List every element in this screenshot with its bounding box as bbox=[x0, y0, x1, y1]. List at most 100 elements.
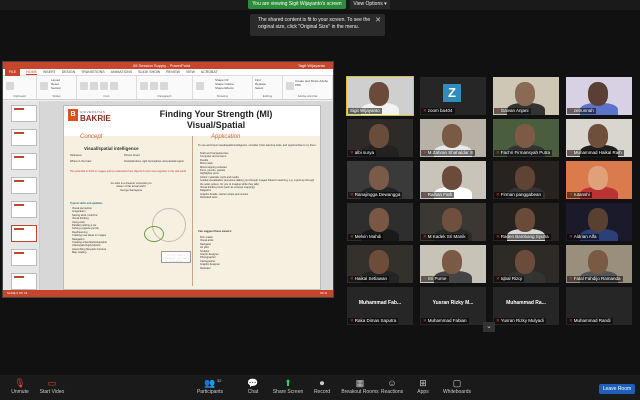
leave-room-button[interactable]: Leave Room bbox=[599, 384, 635, 394]
participants-count: 32 bbox=[217, 378, 222, 383]
ppt-ribbon: Clipboard Layout Reset Section Slides Fo… bbox=[3, 76, 333, 100]
participants-button[interactable]: 👥 Participants bbox=[190, 378, 230, 396]
participant-tile[interactable]: ✕Firman panggabean bbox=[493, 161, 559, 199]
mic-muted-icon: ✕ bbox=[569, 192, 573, 197]
participant-name: Yusran Rizky Mulyadi bbox=[500, 318, 544, 323]
zoom-level[interactable]: 90 % bbox=[320, 290, 327, 297]
slide-thumbnail[interactable] bbox=[11, 129, 37, 146]
participant-tile[interactable]: ✕Gaivan Anjani bbox=[493, 77, 559, 115]
paste-icon[interactable] bbox=[6, 82, 14, 90]
mic-muted-icon: ✕ bbox=[569, 234, 573, 239]
start-video-button[interactable]: ▭ Start Video bbox=[32, 378, 72, 396]
participant-tile[interactable]: ✕Muhammad Randi bbox=[566, 287, 632, 325]
tab-design[interactable]: DESIGN bbox=[62, 70, 75, 74]
participant-tile[interactable]: ✕M Kadek Sri Manik bbox=[420, 203, 486, 241]
participant-tile[interactable]: ✕Aldrian Alfa bbox=[566, 203, 632, 241]
participant-name: Ranajingga Dewangga bbox=[354, 192, 401, 197]
mic-muted-icon: ✕ bbox=[496, 234, 500, 239]
tab-slide-show[interactable]: SLIDE SHOW bbox=[138, 70, 160, 74]
italic-icon[interactable] bbox=[90, 82, 98, 90]
participant-tile[interactable]: Muhammad Ra... ✕Yusran Rizky Mulyadi bbox=[493, 287, 559, 325]
mic-muted-icon: ✕ bbox=[350, 234, 354, 239]
pdf-icon[interactable] bbox=[286, 82, 294, 90]
ribbon-group-paragraph: Paragraph bbox=[137, 76, 193, 99]
participant-tile[interactable]: ✕Fachri Firmansyah Putra bbox=[493, 119, 559, 157]
mic-muted-icon: ✕ bbox=[569, 108, 573, 113]
participant-tile[interactable]: Sigit Wijayanto bbox=[346, 76, 414, 116]
align-icon[interactable] bbox=[160, 82, 168, 90]
slide-thumbnail[interactable] bbox=[11, 153, 37, 170]
slide-thumbnail[interactable] bbox=[11, 201, 37, 218]
participant-tile[interactable]: ✕Sri Purne bbox=[420, 245, 486, 283]
participant-name-label: ✕Raihan Fath bbox=[421, 192, 455, 198]
tab-transitions[interactable]: TRANSITIONS bbox=[81, 70, 105, 74]
participant-face bbox=[515, 250, 535, 274]
slide-thumbnail[interactable] bbox=[11, 105, 37, 122]
participant-face bbox=[442, 124, 462, 148]
intelligence-subheading: Visual/spatial intelligence bbox=[84, 146, 139, 151]
viewing-screen-banner[interactable]: You are viewing Sigit Wijayanto's screen bbox=[248, 0, 346, 9]
tab-view[interactable]: VIEW bbox=[186, 70, 195, 74]
current-slide[interactable]: B UNIVERSITAS BAKRIE Finding Your Streng… bbox=[63, 105, 321, 290]
slide-thumbnail[interactable] bbox=[11, 249, 37, 266]
participant-tile[interactable]: ✕Fatal Fahdijo Ramanda bbox=[566, 245, 632, 283]
shape-effects-button[interactable]: Shape Effects bbox=[215, 86, 234, 90]
participant-name: M Zahran Shahaldar S bbox=[427, 150, 474, 155]
participant-tile[interactable]: ✕rutanshi bbox=[566, 161, 632, 199]
photo-quote: You don't take a photograph, you make it… bbox=[161, 251, 191, 263]
slide-counter: SLIDE 6 OF 16 bbox=[7, 291, 28, 295]
font-color-icon[interactable] bbox=[110, 82, 118, 90]
participant-tile[interactable]: ✕Melvin Mahdi bbox=[347, 203, 413, 241]
participant-tile[interactable]: ✕albi surya bbox=[347, 119, 413, 157]
slide-thumbnails[interactable] bbox=[3, 101, 40, 290]
new-slide-icon[interactable] bbox=[40, 82, 48, 90]
close-icon[interactable]: ✕ bbox=[375, 17, 381, 24]
participant-tile[interactable]: ✕zetrunnah bbox=[566, 77, 632, 115]
participant-name-label: ✕Yusran Rizky Mulyadi bbox=[494, 318, 546, 324]
slide-thumbnail[interactable] bbox=[11, 273, 37, 290]
bold-icon[interactable] bbox=[80, 82, 88, 90]
chevron-down-icon[interactable]: ⌄ bbox=[483, 322, 495, 332]
participant-tile[interactable]: Muhammad Fab... ✕Raka Dimas Saputra bbox=[347, 287, 413, 325]
bullets-icon[interactable] bbox=[140, 82, 148, 90]
tab-review[interactable]: REVIEW bbox=[166, 70, 180, 74]
slide-thumbnail[interactable] bbox=[11, 177, 37, 194]
tab-home[interactable]: HOME bbox=[26, 70, 37, 75]
tab-file[interactable]: FILE bbox=[5, 68, 21, 76]
participant-tile[interactable]: ✕Ranajingga Dewangga bbox=[347, 161, 413, 199]
chat-icon: 💬 bbox=[247, 378, 259, 388]
where-label: Where in the brain: bbox=[70, 160, 92, 163]
participant-name: rutanshi bbox=[573, 192, 590, 197]
numbering-icon[interactable] bbox=[150, 82, 158, 90]
create-pdf-button[interactable]: Create and Share Adobe PDF bbox=[295, 79, 329, 87]
view-options-button[interactable]: View Options ▾ bbox=[350, 0, 390, 9]
tab-animations[interactable]: ANIMATIONS bbox=[111, 70, 133, 74]
participant-tile[interactable]: ✕Haikal Setiawan bbox=[347, 245, 413, 283]
whiteboards-button[interactable]: ▢ Whiteboards bbox=[437, 378, 477, 396]
participant-tile[interactable]: ✕M Zahran Shahaldar S bbox=[420, 119, 486, 157]
participant-tile[interactable]: ✕Raihan Fath bbox=[420, 161, 486, 199]
participant-tile[interactable]: ✕Raden Bambang Syuha bbox=[493, 203, 559, 241]
participants-icon: 👥 bbox=[204, 378, 216, 388]
application-list: Draft and transparencies Computer and sc… bbox=[200, 152, 318, 200]
participant-tile[interactable]: Z ✕zoom ba404 bbox=[420, 77, 486, 115]
record-button[interactable]: ⏺ Record bbox=[302, 378, 342, 396]
ribbon-group-acrobat: Create and Share Adobe PDF Adobe Acrobat bbox=[283, 76, 333, 99]
participant-tile[interactable]: Yusran Rizky M... ✕Muhammad Fabian bbox=[420, 287, 486, 325]
careers-heading: Can suggest these careers: bbox=[198, 230, 232, 233]
underline-icon[interactable] bbox=[100, 82, 108, 90]
wheel-illustration-icon bbox=[144, 226, 164, 242]
section-button[interactable]: Section bbox=[51, 86, 61, 90]
shapes-icon[interactable] bbox=[196, 82, 204, 90]
tab-insert[interactable]: INSERT bbox=[43, 70, 56, 74]
participant-tile[interactable]: ✕Muhammad Haikal Raih bbox=[566, 119, 632, 157]
start-video-label: Start Video bbox=[39, 389, 65, 395]
tab-acrobat[interactable]: ACROBAT bbox=[201, 70, 218, 74]
participant-name: Raihan Fath bbox=[427, 192, 453, 197]
slide-thumbnail-selected[interactable] bbox=[11, 225, 37, 242]
chat-button[interactable]: 💬 Chat bbox=[233, 378, 273, 396]
participant-name-label: ✕Aldrian Alfa bbox=[567, 234, 599, 240]
select-button[interactable]: Select bbox=[255, 86, 280, 90]
mic-muted-icon: ✕ bbox=[496, 150, 500, 155]
participant-tile[interactable]: ✕Iqbal Rizqi bbox=[493, 245, 559, 283]
